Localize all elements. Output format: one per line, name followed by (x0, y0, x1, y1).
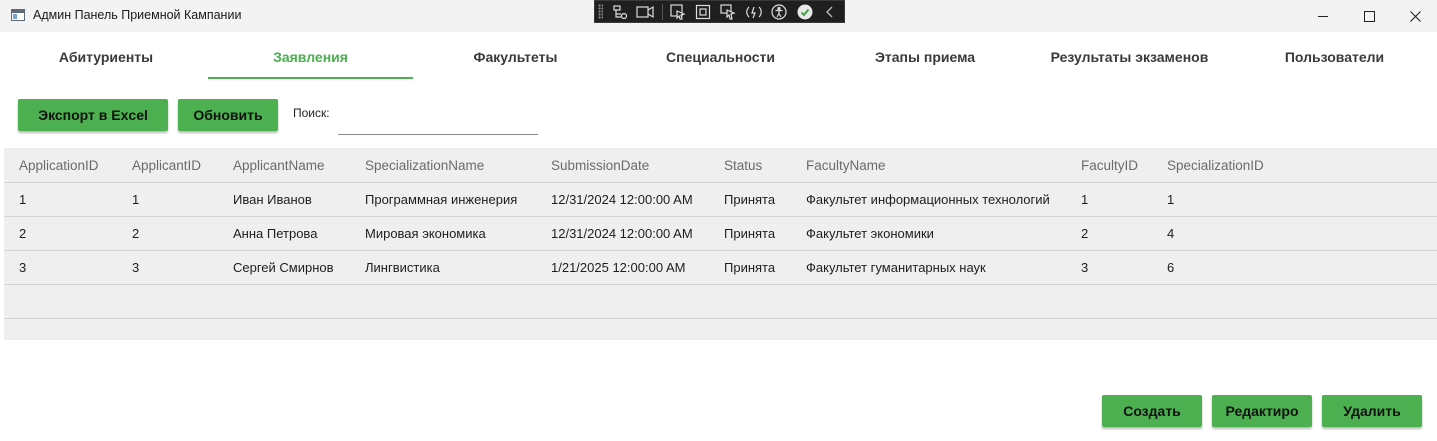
column-header[interactable]: SubmissionDate (551, 148, 649, 182)
table-cell: Факультет гуманитарных наук (806, 260, 986, 275)
edit-button[interactable]: Редактиро (1212, 395, 1312, 427)
column-header[interactable]: ApplicationID (19, 148, 99, 182)
table-cell: 3 (132, 260, 140, 275)
applications-grid[interactable]: ApplicationID ApplicantID ApplicantName … (4, 148, 1437, 340)
table-cell: Факультет экономики (806, 226, 934, 241)
table-cell: Принята (724, 226, 776, 241)
minimize-button[interactable] (1300, 0, 1346, 32)
column-header[interactable]: SpecializationName (365, 148, 484, 182)
search-label: Поиск: (293, 106, 330, 120)
tab-label: Пользователи (1284, 48, 1385, 65)
checkmark-circle-icon (797, 4, 813, 19)
new-row-placeholder[interactable] (4, 285, 1437, 319)
tab-label: Результаты экзаменов (1050, 48, 1209, 65)
table-cell: Сергей Смирнов (233, 260, 334, 275)
table-cell: 1/21/2025 12:00:00 AM (551, 260, 686, 275)
table-row[interactable]: 2 2 Анна Петрова Мировая экономика 12/31… (4, 217, 1437, 251)
table-cell: Принята (724, 260, 776, 275)
table-cell: 2 (1081, 226, 1089, 241)
separator (661, 3, 663, 20)
table-row[interactable]: 3 3 Сергей Смирнов Лингвистика 1/21/2025… (4, 251, 1437, 285)
delete-button[interactable]: Удалить (1322, 395, 1422, 427)
accessibility-button[interactable] (768, 2, 791, 22)
minimize-icon (1318, 15, 1328, 17)
table-cell: Мировая экономика (365, 226, 486, 241)
chevron-left-icon (826, 6, 833, 17)
adorner-button[interactable] (691, 2, 714, 22)
create-button[interactable]: Создать (1102, 395, 1202, 427)
camera-icon (636, 5, 654, 18)
table-cell: 4 (1167, 226, 1175, 241)
table-cell: 1 (132, 192, 140, 207)
maximize-button[interactable] (1346, 0, 1392, 32)
hot-reload-icon (746, 6, 762, 18)
export-excel-button[interactable]: Экспорт в Excel (18, 99, 168, 131)
track-focus-button[interactable] (717, 2, 740, 22)
tab-label: Этапы приема (874, 48, 976, 65)
tab-label: Специальности (666, 48, 775, 65)
accessibility-icon (771, 3, 787, 20)
table-cell: 3 (19, 260, 27, 275)
table-cell: 3 (1081, 260, 1089, 275)
tab-specializations[interactable]: Специальности (618, 34, 823, 79)
cursor-select-icon (669, 3, 686, 20)
table-cell: 1 (1081, 192, 1089, 207)
select-element-button[interactable] (666, 2, 689, 22)
table-cell: 1 (19, 192, 27, 207)
visual-tree-icon (613, 4, 627, 19)
refresh-button[interactable]: Обновить (178, 99, 278, 131)
column-header[interactable]: FacultyName (806, 148, 886, 182)
close-button[interactable] (1392, 0, 1437, 32)
table-row[interactable]: 1 1 Иван Иванов Программная инженерия 12… (4, 183, 1437, 217)
table-cell: Лингвистика (365, 260, 440, 275)
grip-handle-icon[interactable] (598, 4, 603, 19)
column-header[interactable]: ApplicantID (132, 148, 201, 182)
column-header[interactable]: Status (724, 148, 762, 182)
table-cell: 12/31/2024 12:00:00 AM (551, 226, 693, 241)
search-input[interactable] (338, 112, 538, 135)
debug-toolbar (594, 0, 845, 23)
table-cell: 2 (19, 226, 27, 241)
grid-header-row: ApplicationID ApplicantID ApplicantName … (4, 148, 1437, 183)
frame-icon (695, 4, 711, 19)
maximize-icon (1363, 10, 1375, 22)
live-visual-tree-button[interactable] (608, 2, 631, 22)
tab-applications[interactable]: Заявления (208, 34, 413, 79)
table-cell: Анна Петрова (233, 226, 318, 241)
table-cell: Программная инженерия (365, 192, 518, 207)
table-cell: Факультет информационных технологий (806, 192, 1050, 207)
column-header[interactable]: ApplicantName (233, 148, 325, 182)
table-cell: 6 (1167, 260, 1175, 275)
tab-admission-stages[interactable]: Этапы приема (823, 34, 1027, 79)
tab-applicants[interactable]: Абитуриенты (4, 34, 208, 79)
tab-label: Абитуриенты (58, 48, 154, 65)
tab-label: Заявления (273, 48, 348, 65)
tab-faculties[interactable]: Факультеты (413, 34, 618, 79)
focus-cursor-icon (720, 3, 737, 20)
video-button[interactable] (633, 2, 656, 22)
window-title: Админ Панель Приемной Кампании (33, 8, 242, 22)
close-icon (1409, 10, 1421, 22)
collapse-toolbar-button[interactable] (819, 2, 842, 22)
table-cell: Принята (724, 192, 776, 207)
column-header[interactable]: FacultyID (1081, 148, 1138, 182)
tab-users[interactable]: Пользователи (1232, 34, 1437, 79)
table-cell: Иван Иванов (233, 192, 312, 207)
tab-label: Факультеты (473, 48, 558, 65)
app-window-icon (11, 9, 25, 21)
status-ok-button[interactable] (793, 2, 816, 22)
tab-exam-results[interactable]: Результаты экзаменов (1027, 34, 1232, 79)
table-cell: 12/31/2024 12:00:00 AM (551, 192, 693, 207)
column-header[interactable]: SpecializationID (1167, 148, 1264, 182)
hot-reload-button[interactable] (742, 2, 765, 22)
table-cell: 1 (1167, 192, 1175, 207)
table-cell: 2 (132, 226, 140, 241)
